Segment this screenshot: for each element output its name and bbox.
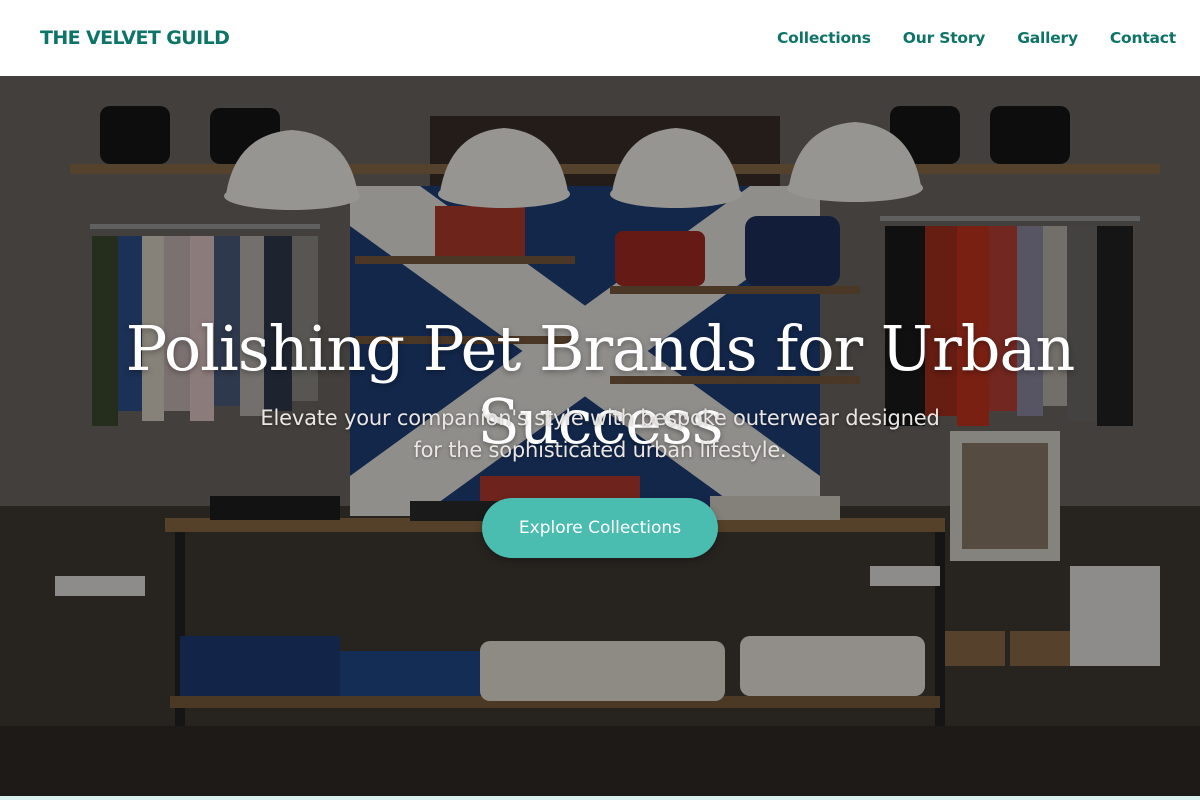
hero-content: Polishing Pet Brands for Urban Success E…	[0, 76, 1200, 796]
main-nav: Collections Our Story Gallery Contact	[777, 29, 1176, 47]
nav-link-collections[interactable]: Collections	[777, 29, 871, 47]
next-section-edge	[0, 796, 1200, 800]
nav-link-our-story[interactable]: Our Story	[903, 29, 986, 47]
hero-subtitle: Elevate your companion's style with besp…	[260, 406, 940, 462]
nav-link-gallery[interactable]: Gallery	[1017, 29, 1078, 47]
nav-link-contact[interactable]: Contact	[1110, 29, 1176, 47]
site-header: THE VELVET GUILD Collections Our Story G…	[0, 0, 1200, 76]
hero-section: Polishing Pet Brands for Urban Success E…	[0, 76, 1200, 796]
explore-collections-button[interactable]: Explore Collections	[482, 498, 718, 558]
brand-logo[interactable]: THE VELVET GUILD	[40, 27, 230, 49]
